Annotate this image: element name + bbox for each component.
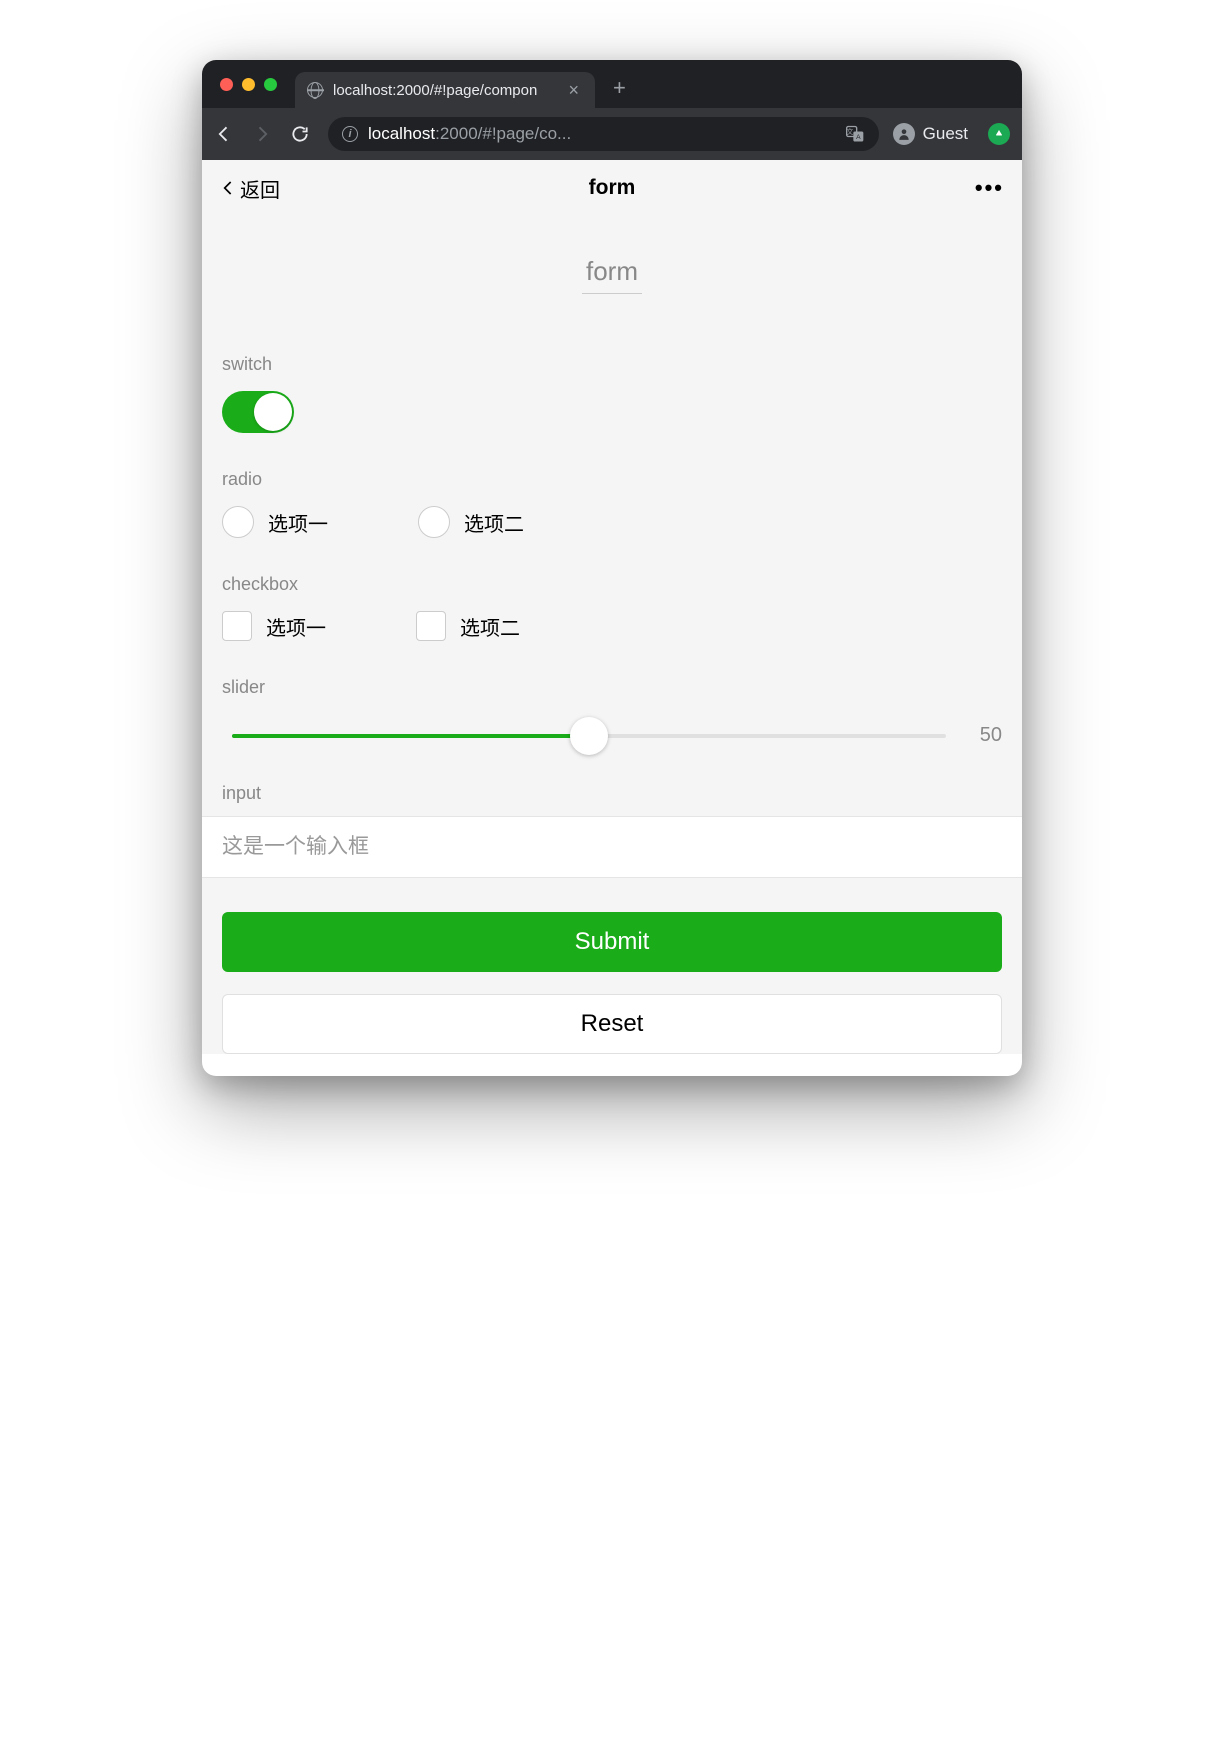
slider-value: 50 (966, 724, 1002, 747)
new-tab-button[interactable]: + (613, 75, 626, 101)
back-nav-button[interactable]: 返回 (220, 174, 280, 203)
radio-label: radio (222, 469, 1002, 490)
radio-circle-icon (222, 506, 254, 538)
minimize-window-button[interactable] (242, 78, 255, 91)
tab-title: localhost:2000/#!page/compon (333, 82, 554, 99)
page-title: form (202, 216, 1022, 293)
back-button[interactable] (214, 124, 238, 144)
radio-option-label: 选项二 (464, 508, 524, 537)
slider-section: slider 50 (202, 677, 1022, 783)
more-button[interactable]: ••• (975, 175, 1004, 201)
checkbox-option-1[interactable]: 选项一 (222, 611, 326, 641)
slider-label: slider (222, 677, 1002, 698)
reset-button[interactable]: Reset (222, 994, 1002, 1054)
switch-section: switch (202, 354, 1022, 469)
text-input[interactable] (202, 816, 1022, 878)
close-window-button[interactable] (220, 78, 233, 91)
forward-button[interactable] (252, 124, 276, 144)
page-title-underline (582, 293, 642, 294)
radio-section: radio 选项一 选项二 (202, 469, 1022, 574)
window-controls (220, 78, 277, 91)
address-bar[interactable]: i localhost:2000/#!page/co... 文A (328, 117, 879, 151)
globe-icon (307, 82, 323, 98)
checkbox-option-2[interactable]: 选项二 (416, 611, 520, 641)
site-info-icon[interactable]: i (342, 126, 358, 142)
close-tab-button[interactable]: × (564, 81, 583, 99)
submit-button[interactable]: Submit (222, 912, 1002, 972)
radio-group: 选项一 选项二 (222, 506, 1002, 538)
app-content: 返回 form ••• form switch radio 选项一 选项二 (202, 160, 1022, 1054)
svg-text:A: A (856, 134, 861, 141)
toolbar: i localhost:2000/#!page/co... 文A Guest (202, 108, 1022, 160)
url-text: localhost:2000/#!page/co... (368, 124, 835, 144)
radio-option-2[interactable]: 选项二 (418, 506, 524, 538)
slider-thumb[interactable] (570, 717, 608, 755)
switch-toggle[interactable] (222, 391, 294, 433)
checkbox-group: 选项一 选项二 (222, 611, 1002, 641)
reload-button[interactable] (290, 124, 314, 144)
slider-fill (232, 734, 589, 738)
input-section: input (202, 783, 1022, 878)
app-header: 返回 form ••• (202, 160, 1022, 216)
translate-icon[interactable]: 文A (845, 124, 865, 144)
input-label: input (202, 783, 1022, 816)
checkbox-option-label: 选项一 (266, 612, 326, 641)
button-area: Submit Reset (202, 878, 1022, 1054)
tab-bar: localhost:2000/#!page/compon × + (202, 60, 1022, 108)
extension-icon[interactable] (988, 123, 1010, 145)
checkbox-box-icon (416, 611, 446, 641)
back-label: 返回 (240, 174, 280, 203)
avatar-icon (893, 123, 915, 145)
profile-button[interactable]: Guest (893, 123, 968, 145)
radio-option-1[interactable]: 选项一 (222, 506, 328, 538)
checkbox-label: checkbox (222, 574, 1002, 595)
checkbox-option-label: 选项二 (460, 612, 520, 641)
header-title: form (589, 176, 636, 200)
checkbox-box-icon (222, 611, 252, 641)
radio-circle-icon (418, 506, 450, 538)
browser-chrome: localhost:2000/#!page/compon × + i local… (202, 60, 1022, 160)
switch-knob (254, 393, 292, 431)
browser-window: localhost:2000/#!page/compon × + i local… (202, 60, 1022, 1076)
maximize-window-button[interactable] (264, 78, 277, 91)
radio-option-label: 选项一 (268, 508, 328, 537)
browser-tab[interactable]: localhost:2000/#!page/compon × (295, 72, 595, 108)
checkbox-section: checkbox 选项一 选项二 (202, 574, 1022, 677)
switch-label: switch (222, 354, 1002, 375)
svg-text:文: 文 (846, 127, 853, 136)
slider-track[interactable] (232, 734, 946, 738)
profile-label: Guest (923, 124, 968, 144)
